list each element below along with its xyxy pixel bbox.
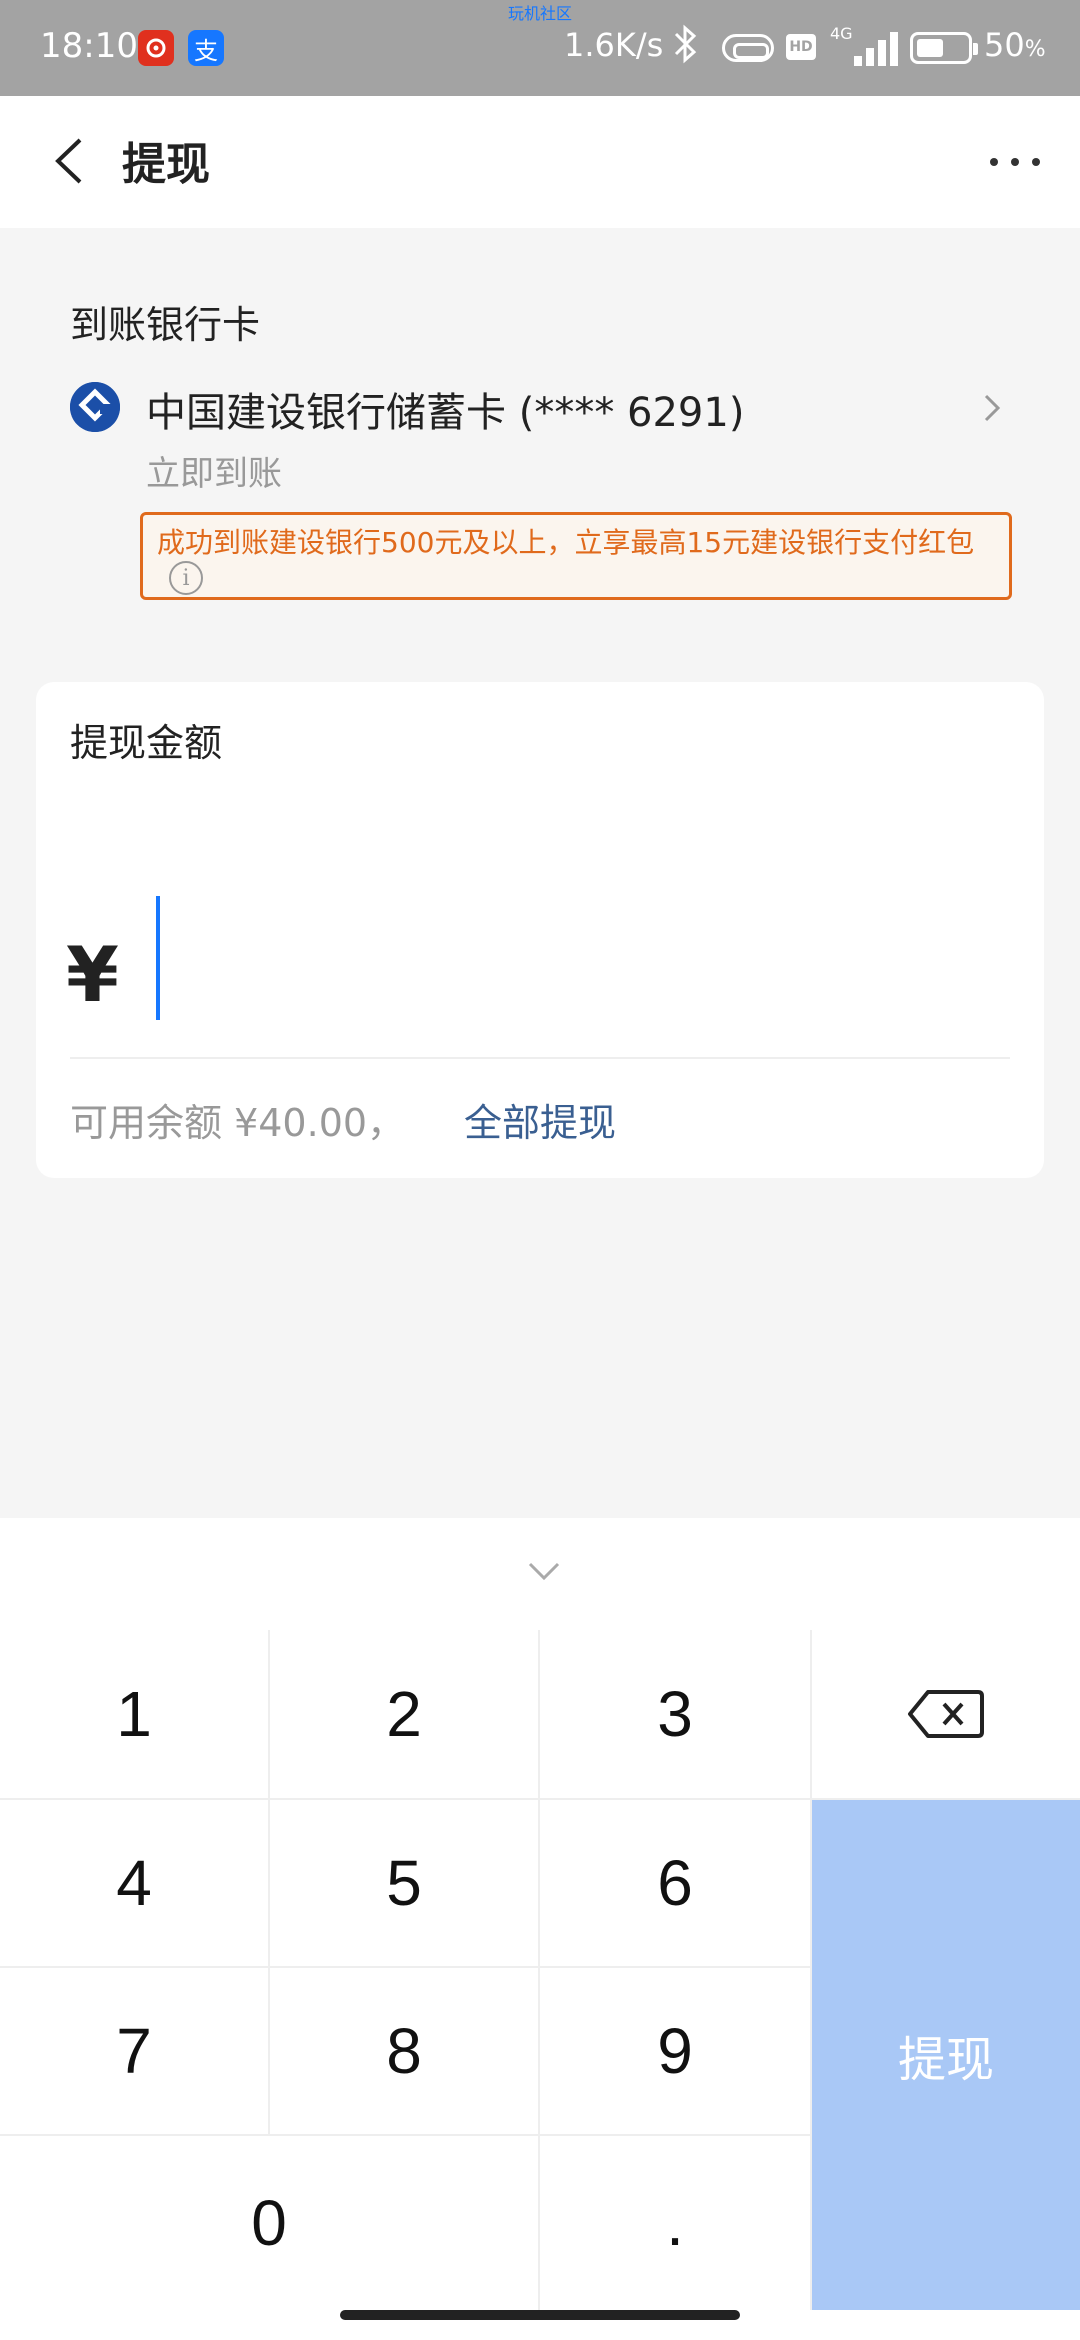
page-title: 提现	[122, 139, 210, 190]
key-5[interactable]: 5	[270, 1800, 538, 1966]
netease-music-icon	[138, 30, 174, 66]
key-1[interactable]: 1	[0, 1630, 268, 1798]
key-6[interactable]: 6	[540, 1800, 810, 1966]
currency-symbol: ¥	[66, 930, 119, 1019]
available-balance: 可用余额 ¥40.00，	[70, 1101, 406, 1145]
backspace-icon	[908, 1690, 984, 1738]
numeric-keypad: 1 2 3 4 5 6 7 8 9 0 . 提现	[0, 1518, 1080, 2340]
key-2[interactable]: 2	[270, 1630, 538, 1798]
amount-card: 提现金额 ¥ 可用余额 ¥40.00， 全部提现	[36, 682, 1044, 1178]
amount-label: 提现金额	[70, 721, 223, 765]
battery-percent: 50%	[984, 26, 1046, 64]
keypad-grid: 1 2 3 4 5 6 7 8 9 0 . 提现	[0, 1630, 1080, 2310]
hd-badge: HD	[786, 34, 816, 60]
bluetooth-icon	[668, 22, 702, 75]
vibrate-ring-icon	[722, 34, 774, 62]
home-indicator[interactable]	[340, 2310, 740, 2320]
battery-icon	[910, 32, 978, 64]
chevron-right-icon	[974, 390, 1010, 426]
status-center-text: 玩机社区	[507, 4, 572, 23]
submit-withdraw-button[interactable]: 提现	[812, 1800, 1080, 2310]
bank-card-name: 中国建设银行储蓄卡 (**** 6291)	[146, 390, 745, 436]
ccb-bank-logo-icon	[70, 382, 120, 432]
backspace-key[interactable]	[812, 1630, 1080, 1798]
key-3[interactable]: 3	[540, 1630, 810, 1798]
chevron-down-icon[interactable]	[524, 1556, 564, 1586]
keypad-collapse-bar[interactable]	[0, 1518, 1080, 1630]
key-9[interactable]: 9	[540, 1968, 810, 2134]
signal-icon	[830, 30, 898, 66]
bank-card-selector[interactable]: 中国建设银行储蓄卡 (**** 6291)	[70, 374, 1010, 454]
key-decimal[interactable]: .	[540, 2136, 810, 2310]
status-time: 18:10	[40, 26, 138, 66]
more-icon[interactable]	[990, 142, 1040, 182]
key-8[interactable]: 8	[270, 1968, 538, 2134]
key-0[interactable]: 0	[0, 2136, 538, 2310]
promo-text: 成功到账建设银行500元及以上，立享最高15元建设银行支付红包	[157, 526, 975, 559]
bank-section-title: 到账银行卡	[70, 303, 261, 347]
promo-banner[interactable]: 成功到账建设银行500元及以上，立享最高15元建设银行支付红包 i	[140, 512, 1012, 600]
text-cursor	[156, 896, 160, 1020]
back-icon[interactable]	[44, 136, 94, 186]
network-speed: 1.6K/s	[564, 26, 664, 64]
alipay-icon: 支	[188, 30, 224, 66]
divider	[70, 1057, 1010, 1059]
withdraw-all-link[interactable]: 全部提现	[464, 1092, 616, 1147]
key-7[interactable]: 7	[0, 1968, 268, 2134]
key-4[interactable]: 4	[0, 1800, 268, 1966]
info-icon[interactable]: i	[169, 561, 203, 595]
status-bar: 玩机社区 18:10 支 1.6K/s HD 4G 50%	[0, 0, 1080, 96]
arrival-time: 立即到账	[146, 454, 282, 494]
app-header: 提现	[0, 96, 1080, 228]
amount-input[interactable]	[158, 894, 998, 1024]
